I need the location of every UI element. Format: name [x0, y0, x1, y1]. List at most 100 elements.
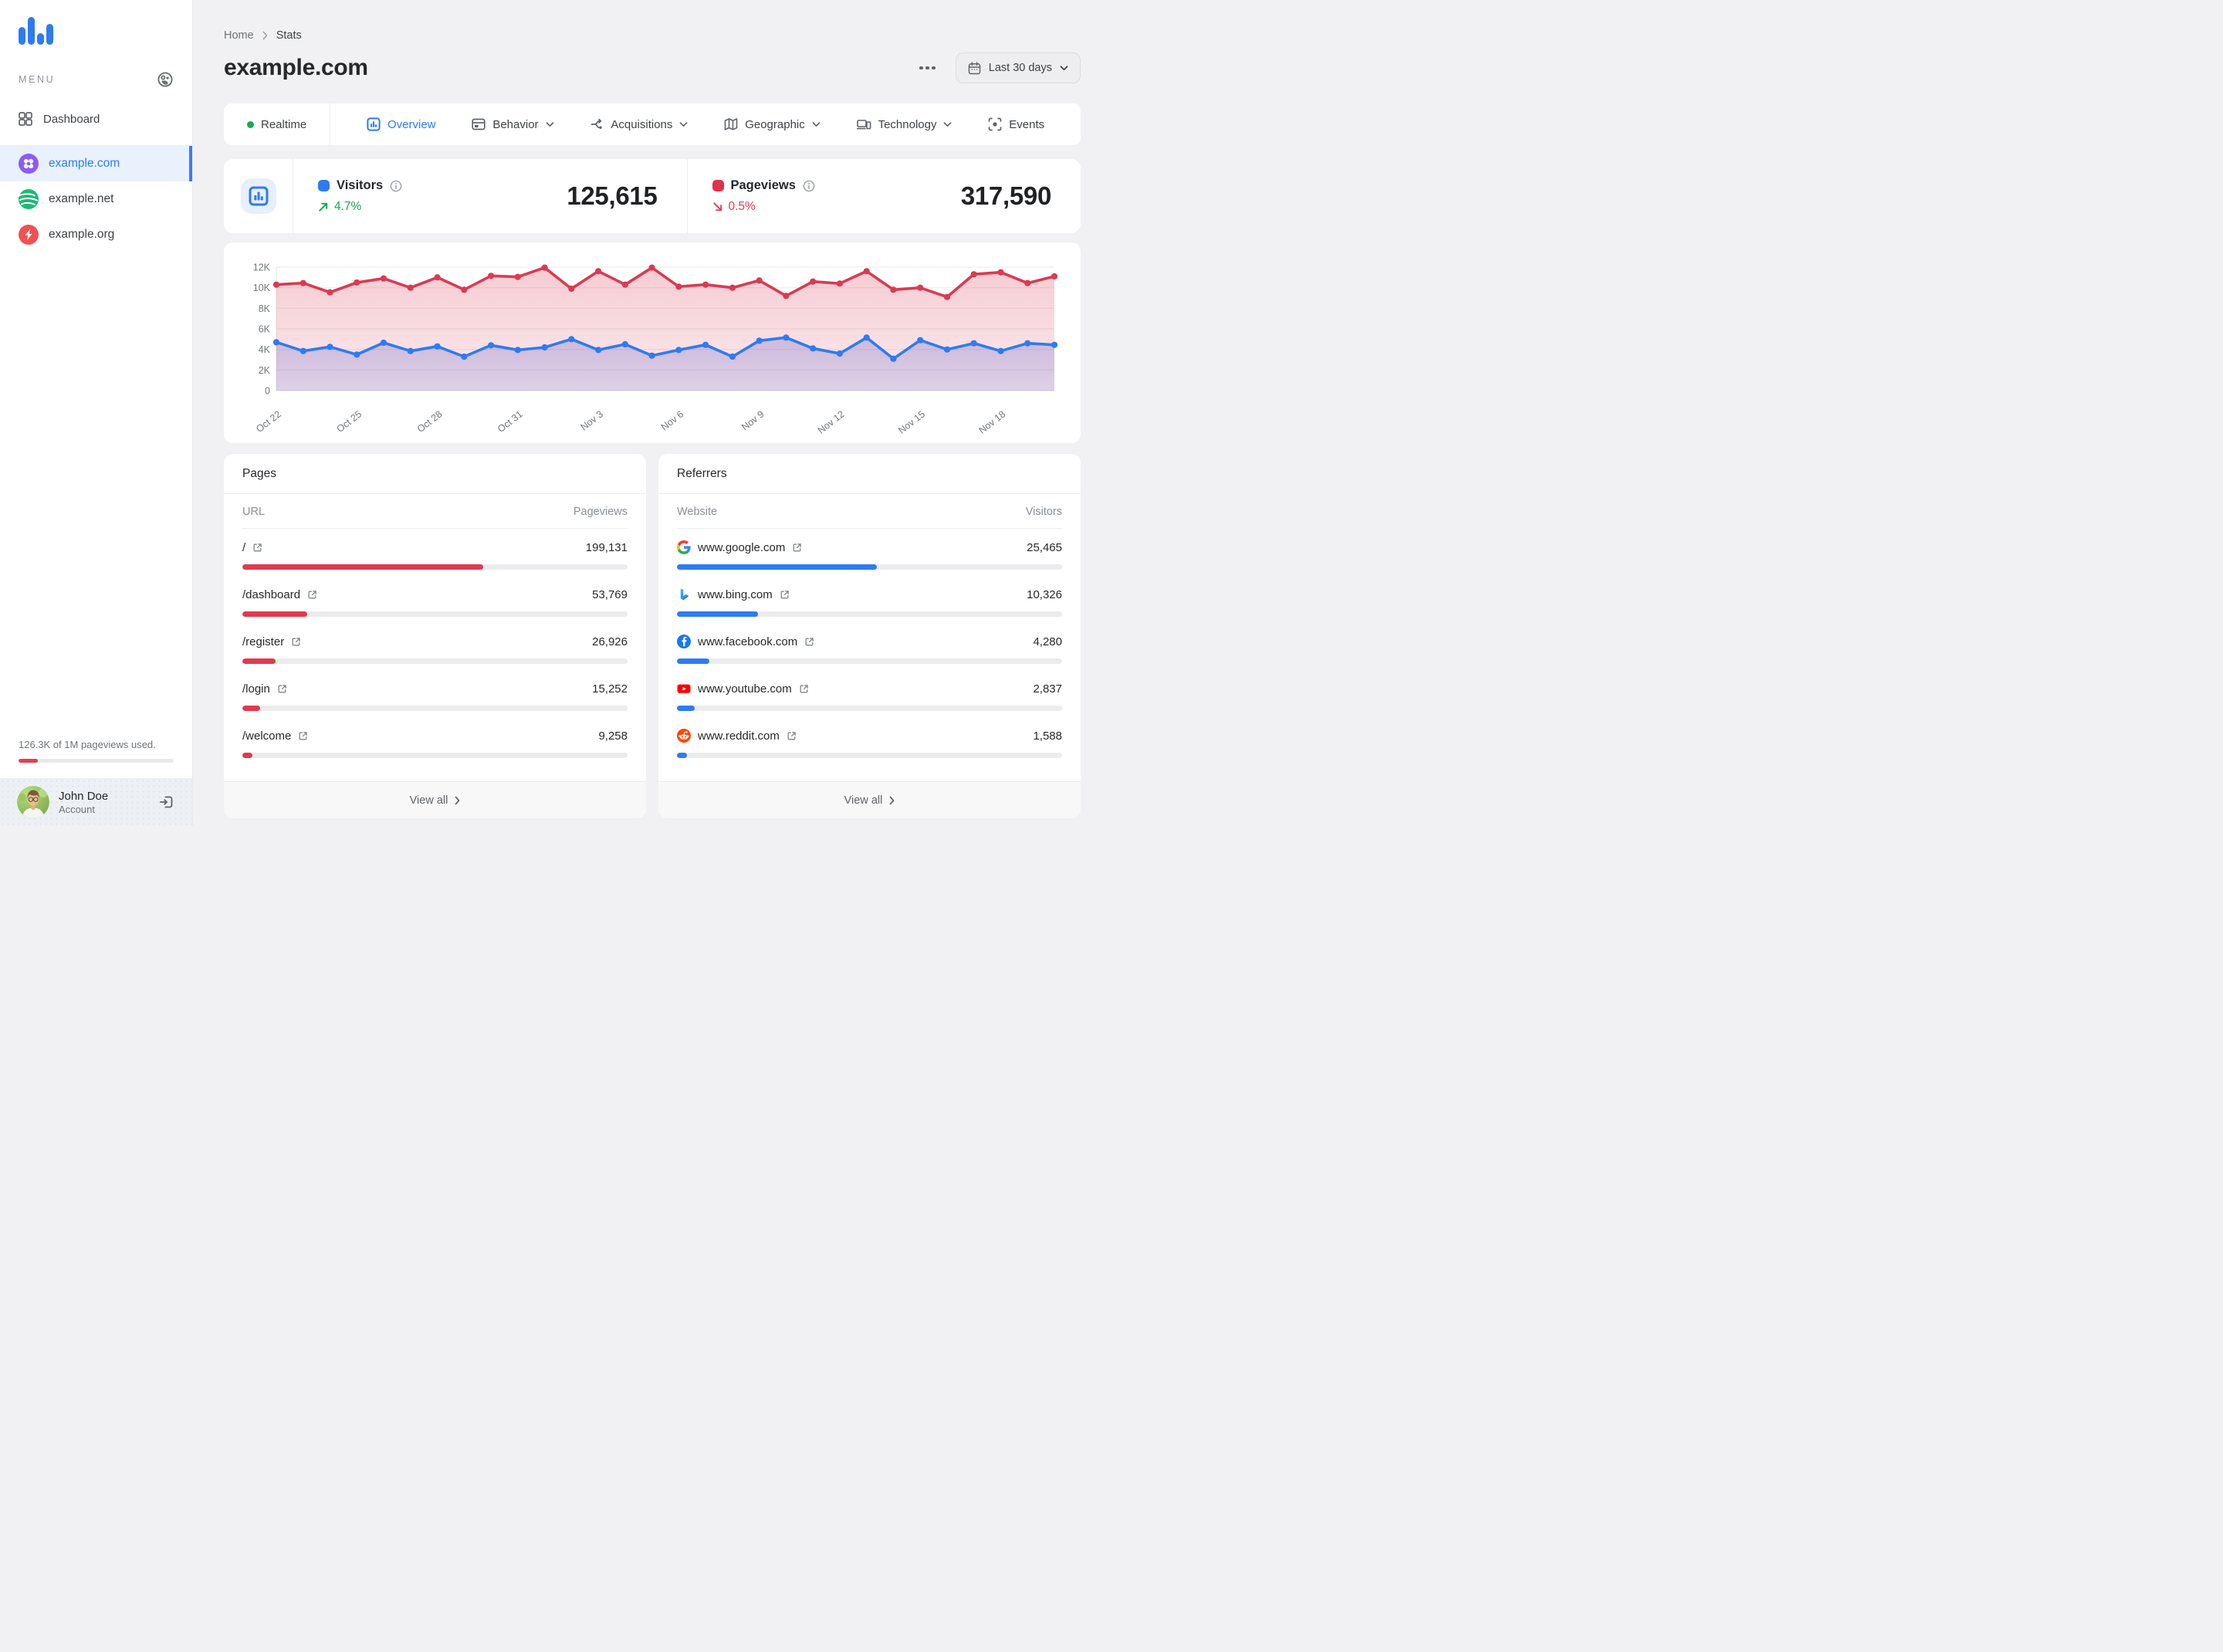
page-pageviews-value: 199,131	[585, 540, 628, 554]
referrer-link[interactable]: www.bing.com	[677, 587, 790, 601]
date-range-button[interactable]: Last 30 days	[955, 52, 1081, 83]
pageviews-point[interactable]	[890, 286, 897, 293]
pageviews-point[interactable]	[675, 283, 682, 290]
visitors-point[interactable]	[1024, 340, 1031, 347]
visitors-point[interactable]	[917, 337, 924, 344]
visitors-point[interactable]	[729, 353, 736, 361]
pageviews-point[interactable]	[541, 264, 548, 271]
tab-technology[interactable]: Technology	[856, 117, 952, 131]
visitors-point[interactable]	[997, 347, 1004, 354]
pageviews-point[interactable]	[943, 293, 951, 300]
usage-meter: 126.3K of 1M pageviews used.	[0, 739, 192, 778]
pageviews-point[interactable]	[407, 284, 414, 291]
visitors-point[interactable]	[380, 339, 387, 347]
pageviews-point[interactable]	[327, 289, 333, 296]
pageviews-point[interactable]	[621, 281, 628, 288]
sidebar-site-example-org[interactable]: example.org	[0, 217, 192, 252]
app-logo[interactable]	[0, 0, 192, 45]
pageviews-point[interactable]	[970, 271, 977, 278]
pageviews-point[interactable]	[434, 274, 441, 281]
sidebar-site-example-com[interactable]: example.com	[0, 146, 192, 181]
sidebar-site-example-net[interactable]: example.net	[0, 181, 192, 217]
pageviews-point[interactable]	[810, 278, 817, 285]
visitors-point[interactable]	[756, 337, 763, 344]
tab-behavior[interactable]: Behavior	[472, 117, 553, 131]
pageviews-point[interactable]	[1051, 273, 1058, 280]
pageviews-point[interactable]	[380, 275, 387, 282]
view-all-pages-button[interactable]: View all	[224, 781, 646, 818]
pageviews-point[interactable]	[595, 268, 602, 275]
theme-palette-button[interactable]	[157, 71, 174, 88]
more-options-button[interactable]	[918, 62, 937, 75]
visitors-point[interactable]	[434, 343, 441, 350]
tab-overview[interactable]: Overview	[367, 117, 436, 131]
visitors-point[interactable]	[407, 347, 414, 354]
pageviews-point[interactable]	[863, 268, 870, 275]
visitors-point[interactable]	[863, 334, 870, 341]
visitors-point[interactable]	[648, 352, 655, 359]
pageviews-point[interactable]	[702, 281, 709, 288]
pageviews-point[interactable]	[488, 273, 495, 279]
visitors-point[interactable]	[595, 347, 602, 354]
page-pageviews-value: 15,252	[592, 682, 628, 696]
logout-button[interactable]	[158, 794, 175, 811]
visitors-point[interactable]	[354, 351, 360, 358]
referrer-link[interactable]: www.youtube.com	[677, 682, 809, 696]
tab-acquisitions[interactable]: Acquisitions	[590, 117, 688, 131]
view-all-referrers-button[interactable]: View all	[658, 781, 1081, 818]
pageviews-point[interactable]	[299, 279, 306, 286]
visitors-point[interactable]	[890, 355, 897, 362]
tab-label: Acquisitions	[611, 117, 673, 131]
visitors-point[interactable]	[783, 334, 790, 341]
visitors-point[interactable]	[272, 339, 280, 346]
visitors-point[interactable]	[1051, 341, 1058, 348]
visitors-point[interactable]	[675, 347, 682, 354]
tab-realtime[interactable]: Realtime	[224, 103, 331, 145]
page-url-link[interactable]: /welcome	[242, 730, 308, 743]
pageviews-point[interactable]	[729, 284, 736, 291]
pageviews-point[interactable]	[514, 273, 521, 280]
visitors-point[interactable]	[702, 341, 709, 348]
tab-events[interactable]: Events	[988, 117, 1044, 131]
visitors-point[interactable]	[461, 353, 468, 361]
page-url-link[interactable]: /	[242, 541, 262, 554]
visitors-point[interactable]	[488, 342, 495, 349]
visitors-point[interactable]	[299, 347, 306, 354]
sidebar-item-dashboard[interactable]: Dashboard	[0, 102, 192, 136]
referrer-link[interactable]: www.facebook.com	[677, 635, 814, 648]
referrer-link[interactable]: www.google.com	[677, 540, 802, 554]
pageviews-point[interactable]	[354, 279, 360, 286]
breadcrumb-home[interactable]: Home	[224, 29, 254, 42]
account-section[interactable]: John Doe Account	[0, 778, 192, 826]
tab-geographic[interactable]: Geographic	[724, 117, 821, 131]
avatar	[17, 786, 49, 818]
table-row: /login 15,252	[224, 670, 646, 717]
visitors-point[interactable]	[541, 344, 548, 351]
visitors-point[interactable]	[327, 344, 333, 350]
pageviews-point[interactable]	[1024, 279, 1031, 286]
visitors-point[interactable]	[810, 345, 817, 352]
pageviews-point[interactable]	[997, 269, 1004, 276]
visitors-point[interactable]	[568, 336, 575, 343]
pageviews-point[interactable]	[836, 280, 843, 287]
visitors-point[interactable]	[970, 340, 977, 347]
visitors-point[interactable]	[943, 346, 951, 353]
visitors-point[interactable]	[514, 347, 521, 354]
pageviews-point[interactable]	[648, 264, 655, 271]
visitors-point[interactable]	[621, 340, 628, 348]
referrer-link[interactable]: www.reddit.com	[677, 729, 797, 743]
visitors-point[interactable]	[836, 350, 843, 357]
page-url-link[interactable]: /dashboard	[242, 588, 317, 601]
page-url-link[interactable]: /login	[242, 682, 287, 696]
pageviews-point[interactable]	[917, 284, 924, 291]
y-tick-label: 0	[265, 386, 270, 397]
pageviews-point[interactable]	[272, 281, 280, 288]
info-icon[interactable]	[803, 180, 815, 192]
pageviews-point[interactable]	[783, 293, 790, 300]
page-url-link[interactable]: /register	[242, 635, 301, 648]
info-icon[interactable]	[390, 180, 402, 192]
pageviews-point[interactable]	[756, 277, 763, 284]
pageviews-point[interactable]	[568, 285, 575, 293]
pageviews-label: Pageviews	[730, 178, 796, 192]
pageviews-point[interactable]	[461, 286, 468, 293]
